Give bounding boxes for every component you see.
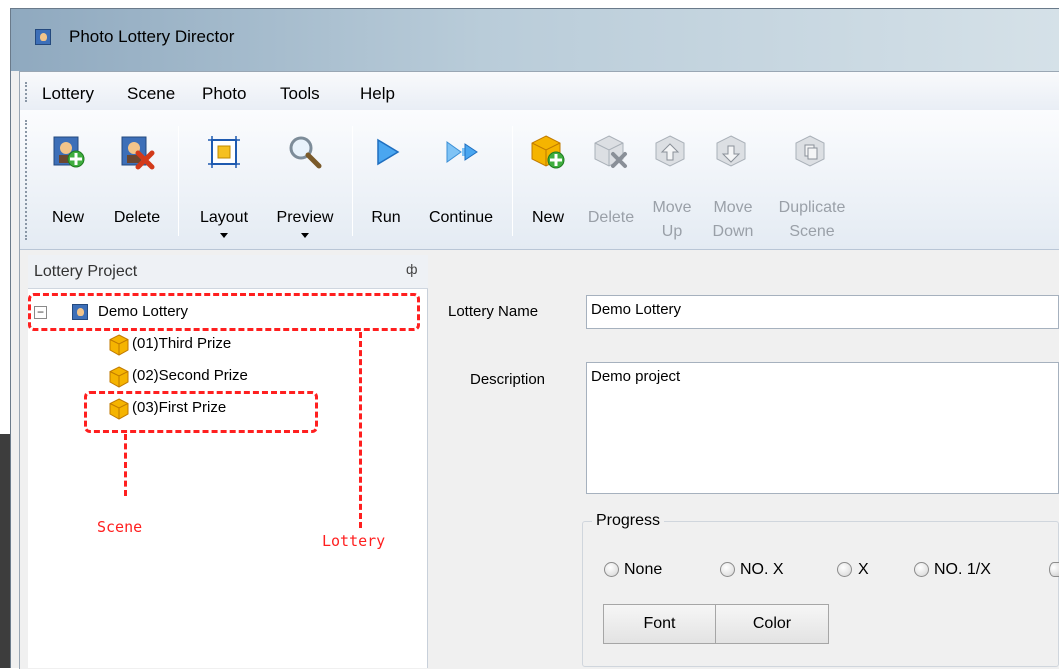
run-label: Run [371,209,401,226]
layout-icon [208,136,240,168]
scene-annotation-label: Scene [97,518,143,536]
layout-label: Layout [199,209,249,226]
new-lottery-button[interactable]: New [38,110,98,250]
lottery-highlight-box [28,293,420,331]
preview-dropdown-icon [301,233,309,238]
app-icon [35,29,51,45]
description-label: Description [470,371,546,388]
menu-lottery[interactable]: Lottery [42,84,94,104]
radio-no-1-x-label: NO. 1/X [934,561,991,578]
delete-lottery-label: Delete [113,209,161,226]
move-up-icon [655,135,685,167]
menu-photo[interactable]: Photo [202,84,246,104]
scene-label: (02)Second Prize [132,367,248,384]
font-button[interactable]: Font [603,604,716,644]
scene-label: (01)Third Prize [132,335,232,352]
duplicate-label-1: Duplicate [778,199,846,216]
color-button[interactable]: Color [715,604,829,644]
continue-label: Continue [428,209,494,226]
radio-none[interactable] [604,562,619,577]
toolbar-separator [352,126,353,236]
tree-item-scene[interactable]: (02)Second Prize [108,365,328,389]
toolbar-separator [512,126,513,236]
panel-title: Lottery Project [34,263,138,280]
new-scene-icon [531,135,565,169]
delete-lottery-icon [121,136,155,170]
move-up-button[interactable]: Move Up [644,110,700,250]
radio-partial[interactable] [1049,562,1059,577]
toolbar-grip[interactable] [25,120,28,240]
toolbar-separator [178,126,179,236]
move-down-label-2: Down [712,223,754,240]
continue-icon [446,141,478,163]
layout-dropdown-icon [220,233,228,238]
progress-group [582,521,1059,667]
tree-item-scene[interactable]: (01)Third Prize [108,333,308,357]
delete-scene-label: Delete [587,209,635,226]
move-down-button[interactable]: Move Down [702,110,764,250]
new-lottery-label: New [51,209,84,226]
radio-no-x-label: NO. X [740,561,784,578]
move-down-icon [716,135,746,167]
toolbar: New Delete Layout Preview Run Continue N… [20,110,1059,250]
title-bar[interactable]: Photo Lottery Director [11,9,1059,71]
move-up-label-1: Move [652,199,692,216]
duplicate-scene-button[interactable]: Duplicate Scene [766,110,858,250]
layout-button[interactable]: Layout [184,110,264,250]
radio-no-1-x[interactable] [914,562,929,577]
lottery-name-field[interactable]: Demo Lottery [586,295,1059,329]
preview-label: Preview [276,209,334,226]
new-lottery-icon [53,136,85,168]
run-button[interactable]: Run [358,110,414,250]
window-title: Photo Lottery Director [69,27,235,46]
menu-scene[interactable]: Scene [127,84,175,104]
description-field[interactable]: Demo project [586,362,1059,494]
delete-scene-button[interactable]: Delete [580,110,642,250]
menu-help[interactable]: Help [360,84,395,104]
radio-x[interactable] [837,562,852,577]
menu-bar: Lottery Scene Photo Tools Help [20,72,1059,110]
new-scene-label: New [531,209,564,226]
delete-lottery-button[interactable]: Delete [102,110,172,250]
move-down-label-1: Move [713,199,753,216]
move-up-label-2: Up [661,223,683,240]
scene-annotation-line [124,434,127,496]
lottery-annotation-label: Lottery [322,532,386,550]
delete-scene-icon [594,135,627,168]
left-edge-scrollbar [0,434,10,668]
continue-button[interactable]: Continue [416,110,506,250]
play-icon [377,138,400,166]
duplicate-scene-icon [795,135,825,167]
progress-group-title: Progress [592,512,665,530]
lottery-name-label: Lottery Name [448,303,539,320]
radio-no-x[interactable] [720,562,735,577]
new-scene-button[interactable]: New [518,110,578,250]
preview-button[interactable]: Preview [264,110,346,250]
scene-cube-icon [109,334,129,356]
scene-highlight-box [84,391,318,433]
pin-icon[interactable]: ф [406,261,418,277]
radio-none-label: None [624,561,663,578]
panel-header: Lottery Project ф [28,255,428,289]
duplicate-label-2: Scene [789,223,835,240]
lottery-annotation-line [359,332,362,528]
menubar-grip[interactable] [25,82,28,102]
scene-cube-icon [109,366,129,388]
magnifier-icon [289,136,322,169]
menu-tools[interactable]: Tools [280,84,320,104]
radio-x-label: X [858,561,869,578]
